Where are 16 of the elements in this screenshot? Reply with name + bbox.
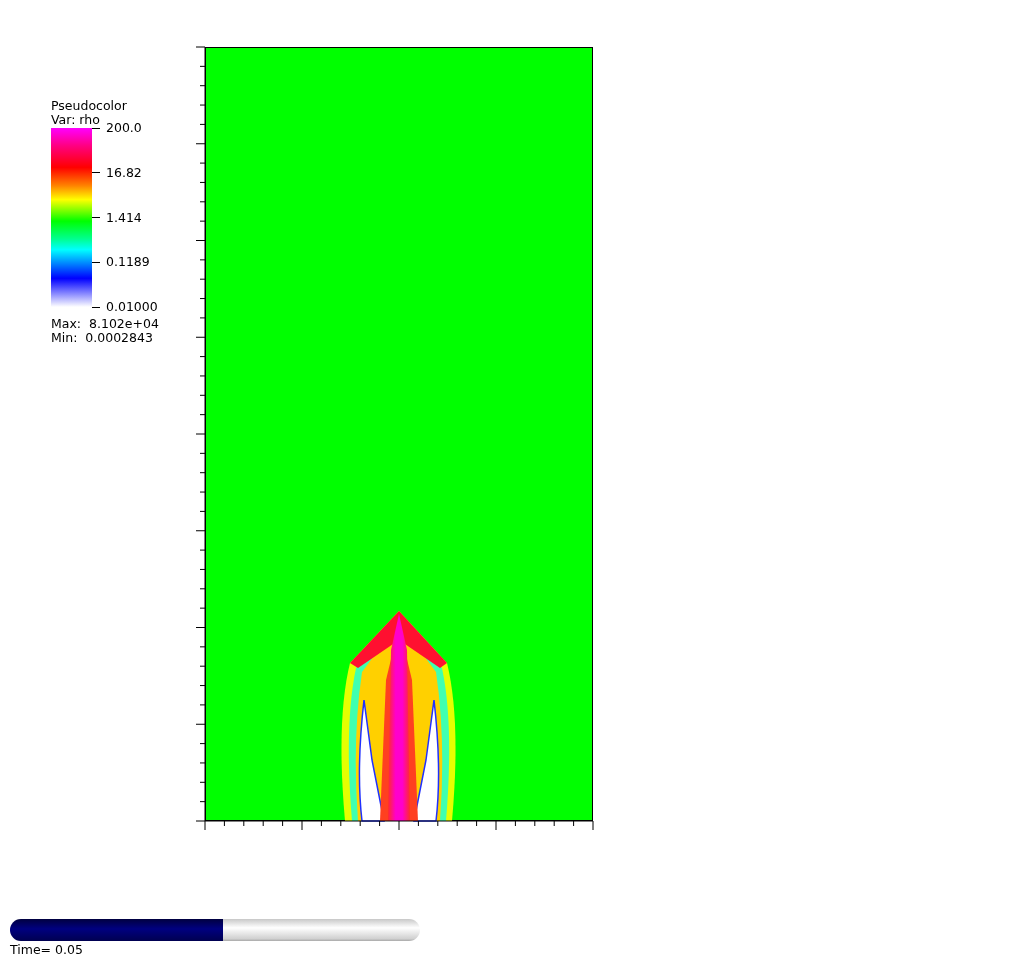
scale-tick bbox=[92, 306, 100, 308]
legend-title: Pseudocolor bbox=[51, 99, 128, 113]
scale-tick bbox=[92, 172, 100, 174]
scale-tick bbox=[92, 217, 100, 218]
scale-label: 16.82 bbox=[106, 165, 142, 180]
max-value: Max: 8.102e+04 bbox=[51, 317, 160, 331]
time-slider[interactable] bbox=[10, 919, 420, 941]
scale-label: 200.0 bbox=[106, 121, 142, 135]
scale-label: 1.414 bbox=[106, 210, 142, 225]
scale-label: 0.01000 bbox=[106, 300, 158, 314]
scale-tick bbox=[92, 261, 100, 263]
variable-label: Var: rho bbox=[51, 113, 101, 127]
time-label: Time= 0.05 bbox=[10, 943, 84, 957]
scale-label: 0.1189 bbox=[106, 255, 150, 270]
min-value: Min: 0.0002843 bbox=[51, 331, 154, 345]
scale-tick bbox=[92, 127, 100, 129]
